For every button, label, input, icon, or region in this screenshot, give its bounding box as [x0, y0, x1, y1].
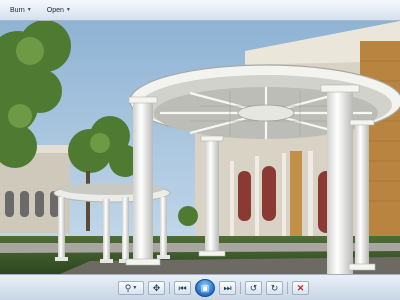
rotate-left-button[interactable]: ↺ [245, 281, 262, 295]
delete-button[interactable]: ✕ [292, 281, 309, 295]
menu-bar: Burn ▼ Open ▼ [0, 0, 400, 21]
slideshow-play-icon: ▣ [200, 282, 210, 293]
toolbar-divider [240, 282, 241, 294]
delete-icon: ✕ [296, 282, 305, 293]
image-viewport[interactable] [0, 21, 400, 274]
photo-viewer-window: Burn ▼ Open ▼ ⚲ ▼ ✥ ⏮ ▣ ⏭ ↺ ↻ ✕ [0, 0, 400, 300]
previous-button[interactable]: ⏮ [174, 281, 191, 295]
rotate-right-button[interactable]: ↻ [266, 281, 283, 295]
slideshow-button[interactable]: ▣ [195, 279, 215, 297]
chevron-down-icon: ▼ [132, 285, 138, 291]
zoom-icon: ⚲ [124, 282, 132, 293]
burn-menu-label: Burn [10, 6, 25, 14]
playback-controls: ⚲ ▼ ✥ ⏮ ▣ ⏭ ↺ ↻ ✕ [118, 279, 309, 297]
viewer-toolbar: ⚲ ▼ ✥ ⏮ ▣ ⏭ ↺ ↻ ✕ [0, 274, 400, 300]
pan-icon: ✥ [152, 282, 161, 293]
status-text-left [6, 284, 92, 292]
open-menu[interactable]: Open ▼ [41, 5, 77, 16]
burn-menu[interactable]: Burn ▼ [4, 5, 38, 16]
zoom-button[interactable]: ⚲ ▼ [118, 281, 144, 295]
pavilion-render-image [0, 21, 400, 274]
next-icon: ⏭ [223, 282, 232, 293]
chevron-down-icon: ▼ [26, 7, 32, 13]
status-text-right [350, 284, 394, 292]
previous-icon: ⏮ [178, 282, 187, 293]
rotate-left-icon: ↺ [249, 282, 258, 293]
toolbar-divider [287, 282, 288, 294]
chevron-down-icon: ▼ [65, 7, 71, 13]
next-button[interactable]: ⏭ [219, 281, 236, 295]
open-menu-label: Open [46, 6, 64, 14]
toolbar-divider [169, 282, 170, 294]
pan-button[interactable]: ✥ [148, 281, 165, 295]
rotate-right-icon: ↻ [270, 282, 279, 293]
